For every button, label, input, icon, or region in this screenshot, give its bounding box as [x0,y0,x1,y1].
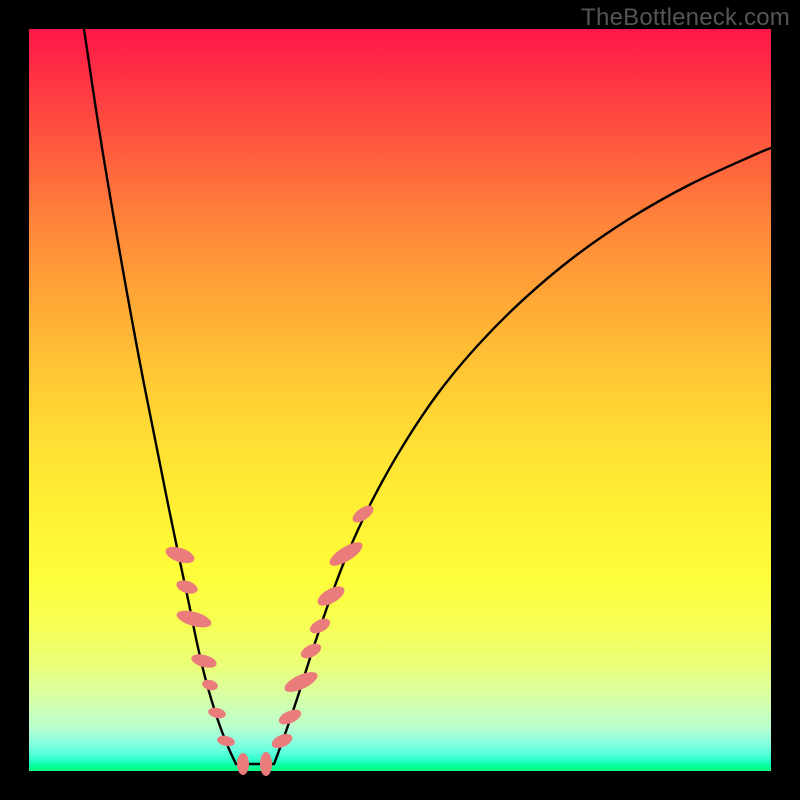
watermark-text: TheBottleneck.com [581,4,790,32]
curve-marker [326,538,366,570]
curve-marker [350,502,377,526]
curve-marker [207,706,227,720]
bottleneck-curve [84,29,771,764]
curve-marker [315,582,348,609]
chart-frame: TheBottleneck.com [0,0,800,800]
curve-marker [307,616,332,637]
curve-marker [190,652,218,670]
curve-marker [260,752,272,776]
curve-marker [216,734,236,748]
bottleneck-path [84,29,771,764]
curve-marker [277,707,304,728]
curve-layer [29,29,771,771]
curve-marker [201,678,219,692]
curve-marker [237,753,249,775]
curve-marker [282,668,321,696]
curve-marker [270,731,295,751]
